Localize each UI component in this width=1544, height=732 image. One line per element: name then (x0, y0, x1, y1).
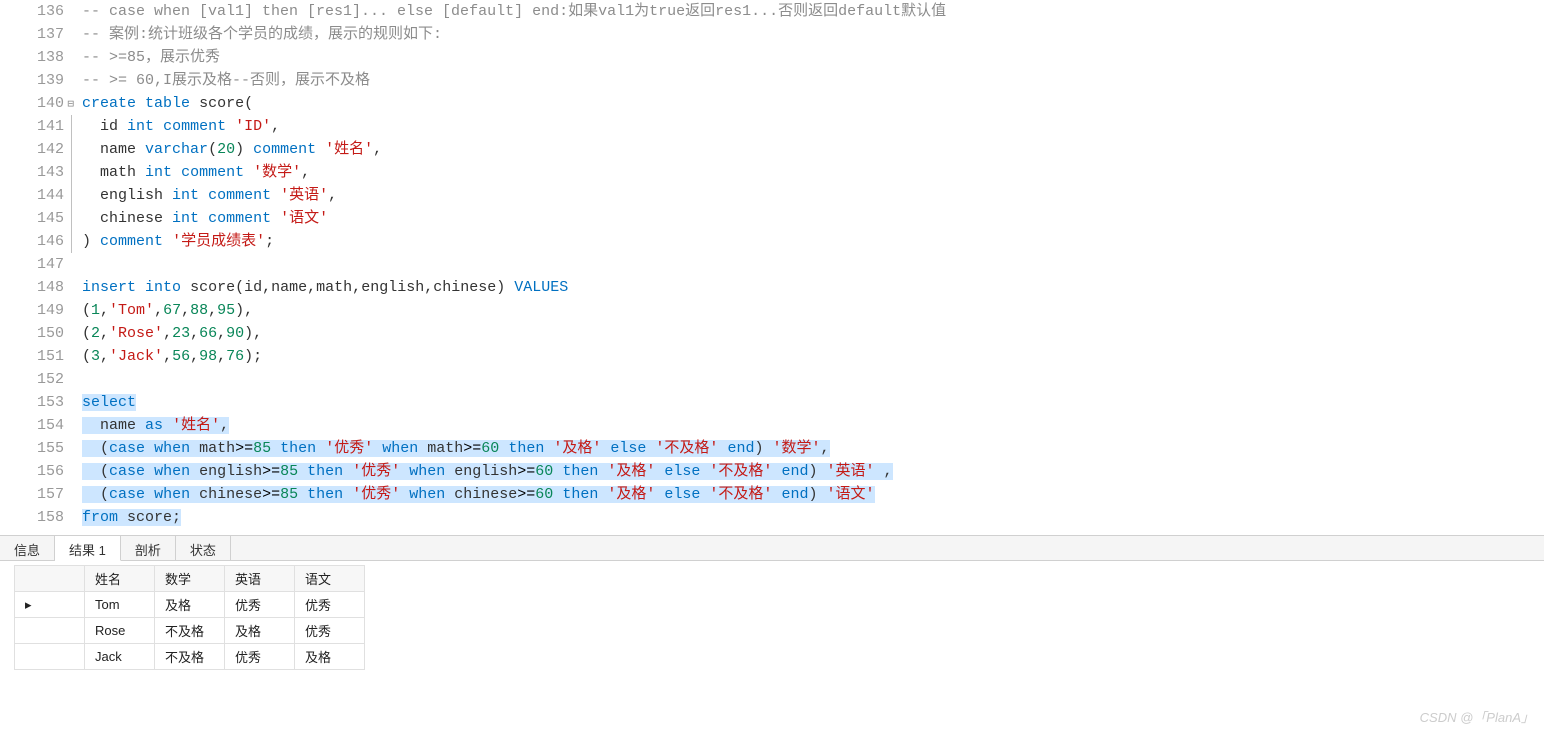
line-number: 143 (0, 161, 64, 184)
row-indicator: ▸ (15, 592, 85, 618)
tab-状态[interactable]: 状态 (176, 536, 231, 560)
line-number: 141 (0, 115, 64, 138)
line-number: 148 (0, 276, 64, 299)
line-number: 136 (0, 0, 64, 23)
row-indicator (15, 644, 85, 670)
code-line[interactable]: name as '姓名', (82, 414, 1544, 437)
row-indicator (15, 618, 85, 644)
code-line[interactable]: from score; (82, 506, 1544, 529)
line-number: 156 (0, 460, 64, 483)
table-row[interactable]: ▸Tom及格优秀优秀 (15, 592, 365, 618)
cell[interactable]: Jack (85, 644, 155, 670)
tab-信息[interactable]: 信息 (0, 536, 55, 560)
cell[interactable]: 优秀 (225, 644, 295, 670)
line-number: 157 (0, 483, 64, 506)
column-header[interactable]: 数学 (155, 566, 225, 592)
cell[interactable]: 不及格 (155, 644, 225, 670)
code-line[interactable]: -- 案例:统计班级各个学员的成绩，展示的规则如下: (82, 23, 1544, 46)
cell[interactable]: 不及格 (155, 618, 225, 644)
cell[interactable]: 及格 (155, 592, 225, 618)
code-line[interactable]: -- >= 60,I展示及格--否则，展示不及格 (82, 69, 1544, 92)
code-line[interactable]: create table score( (82, 92, 1544, 115)
fold-guide (71, 207, 72, 230)
cell[interactable]: Rose (85, 618, 155, 644)
code-line[interactable]: math int comment '数学', (82, 161, 1544, 184)
line-number: 137 (0, 23, 64, 46)
column-header[interactable]: 姓名 (85, 566, 155, 592)
fold-guide (71, 138, 72, 161)
code-line[interactable]: chinese int comment '语文' (82, 207, 1544, 230)
line-number: 154 (0, 414, 64, 437)
code-line[interactable]: ) comment '学员成绩表'; (82, 230, 1544, 253)
tab-剖析[interactable]: 剖析 (121, 536, 176, 560)
code-line[interactable]: select (82, 391, 1544, 414)
line-number: 142 (0, 138, 64, 161)
line-number: 146 (0, 230, 64, 253)
line-number: 147 (0, 253, 64, 276)
code-line[interactable]: (2,'Rose',23,66,90), (82, 322, 1544, 345)
cell[interactable]: 及格 (225, 618, 295, 644)
line-number: 155 (0, 437, 64, 460)
code-line[interactable]: id int comment 'ID', (82, 115, 1544, 138)
result-tabs: 信息结果 1剖析状态 (0, 535, 1544, 561)
code-line[interactable]: (case when chinese>=85 then '优秀' when ch… (82, 483, 1544, 506)
code-line[interactable]: (1,'Tom',67,88,95), (82, 299, 1544, 322)
code-line[interactable]: (case when math>=85 then '优秀' when math>… (82, 437, 1544, 460)
table-row[interactable]: Jack不及格优秀及格 (15, 644, 365, 670)
column-header[interactable]: 语文 (295, 566, 365, 592)
row-indicator-header (15, 566, 85, 592)
code-area[interactable]: -- case when [val1] then [res1]... else … (70, 0, 1544, 535)
code-line[interactable]: (3,'Jack',56,98,76); (82, 345, 1544, 368)
cell[interactable]: 优秀 (295, 618, 365, 644)
table-row[interactable]: Rose不及格及格优秀 (15, 618, 365, 644)
code-editor[interactable]: 136137138139140⊟141142143144145146147148… (0, 0, 1544, 535)
line-number: 153 (0, 391, 64, 414)
line-number: 158 (0, 506, 64, 529)
code-line[interactable]: name varchar(20) comment '姓名', (82, 138, 1544, 161)
fold-guide (71, 161, 72, 184)
code-line[interactable]: english int comment '英语', (82, 184, 1544, 207)
line-number: 150 (0, 322, 64, 345)
line-number: 140⊟ (0, 92, 64, 115)
cell[interactable]: 及格 (295, 644, 365, 670)
code-line[interactable] (82, 368, 1544, 391)
code-line[interactable] (82, 253, 1544, 276)
fold-collapse-icon[interactable]: ⊟ (64, 94, 74, 104)
tab-结果 1[interactable]: 结果 1 (55, 536, 121, 561)
code-line[interactable]: (case when english>=85 then '优秀' when en… (82, 460, 1544, 483)
line-number-gutter: 136137138139140⊟141142143144145146147148… (0, 0, 70, 535)
line-number: 151 (0, 345, 64, 368)
line-number: 152 (0, 368, 64, 391)
code-line[interactable]: insert into score(id,name,math,english,c… (82, 276, 1544, 299)
fold-guide (71, 115, 72, 138)
cell[interactable]: 优秀 (295, 592, 365, 618)
code-line[interactable]: -- >=85，展示优秀 (82, 46, 1544, 69)
cell[interactable]: Tom (85, 592, 155, 618)
watermark: CSDN @「PlanA」 (1420, 707, 1534, 726)
line-number: 145 (0, 207, 64, 230)
line-number: 139 (0, 69, 64, 92)
result-grid[interactable]: 姓名数学英语语文▸Tom及格优秀优秀Rose不及格及格优秀Jack不及格优秀及格 (14, 565, 365, 670)
cell[interactable]: 优秀 (225, 592, 295, 618)
fold-guide (71, 230, 72, 253)
fold-guide (71, 184, 72, 207)
code-line[interactable]: -- case when [val1] then [res1]... else … (82, 0, 1544, 23)
line-number: 149 (0, 299, 64, 322)
line-number: 138 (0, 46, 64, 69)
line-number: 144 (0, 184, 64, 207)
column-header[interactable]: 英语 (225, 566, 295, 592)
